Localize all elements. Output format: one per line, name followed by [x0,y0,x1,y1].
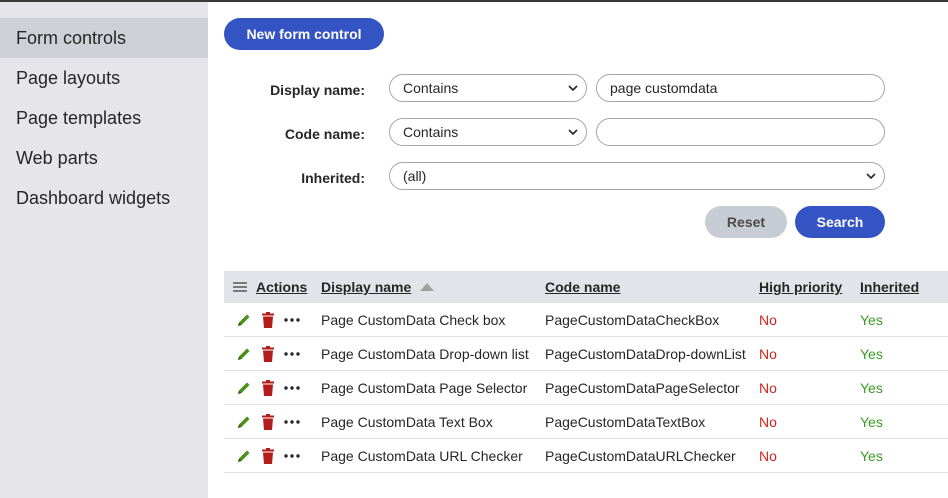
sort-ascending-icon [420,283,435,291]
main-content: New form control Display name: Contains … [208,2,948,498]
cell-high-priority: No [759,413,777,430]
form-controls-table: Actions Display name Code name High prio… [224,271,948,473]
column-header-inherited[interactable]: Inherited [860,271,919,303]
delete-icon[interactable] [258,378,278,398]
column-header-display-name-label: Display name [321,279,412,295]
more-icon[interactable] [282,310,302,330]
table-row: Page CustomData Drop-down list PageCusto… [224,337,948,371]
column-header-code-name-label: Code name [545,279,621,295]
cell-display-name: Page CustomData Text Box [321,413,493,430]
cell-high-priority: No [759,447,777,464]
more-icon[interactable] [282,446,302,466]
row-actions [234,439,302,472]
column-header-code-name[interactable]: Code name [545,271,620,303]
new-form-control-button[interactable]: New form control [224,18,384,50]
cell-high-priority: No [759,311,777,328]
row-actions [234,337,302,370]
cell-high-priority: No [759,345,777,362]
table-body: Page CustomData Check box PageCustomData… [224,303,948,473]
delete-icon[interactable] [258,344,278,364]
delete-icon[interactable] [258,310,278,330]
display-name-operator-value: Contains [403,80,459,96]
chevron-down-icon [568,75,578,101]
table-row: Page CustomData Check box PageCustomData… [224,303,948,337]
reset-button[interactable]: Reset [705,206,787,238]
chevron-down-icon [866,163,876,189]
column-header-inherited-label: Inherited [860,279,920,295]
sidebar-list: Form controls Page layouts Page template… [0,18,208,218]
sidebar: Form controls Page layouts Page template… [0,2,208,498]
code-name-operator-value: Contains [403,124,459,140]
column-header-high-priority[interactable]: High priority [759,271,842,303]
cell-inherited: Yes [860,413,883,430]
code-name-operator-select[interactable]: Contains [389,118,587,146]
row-actions [234,303,302,336]
column-header-high-priority-label: High priority [759,279,843,295]
edit-icon[interactable] [234,310,254,330]
column-header-actions[interactable]: Actions [256,271,307,303]
row-actions [234,405,302,438]
sidebar-item-form-controls[interactable]: Form controls [0,18,208,58]
cell-code-name: PageCustomDataCheckBox [545,311,720,328]
table-row: Page CustomData URL Checker PageCustomDa… [224,439,948,473]
cell-display-name: Page CustomData Check box [321,311,506,328]
row-actions [234,371,302,404]
display-name-input-value: page customdata [610,80,718,96]
code-name-label: Code name: [284,126,365,142]
cell-code-name: PageCustomDataDrop-downList [545,345,746,362]
more-icon[interactable] [282,344,302,364]
cell-inherited: Yes [860,379,883,396]
code-name-input[interactable] [596,118,885,146]
cell-display-name: Page CustomData URL Checker [321,447,523,464]
edit-icon[interactable] [234,344,254,364]
inherited-select[interactable]: (all) [389,162,885,190]
table-row: Page CustomData Text Box PageCustomDataT… [224,405,948,439]
display-name-input[interactable]: page customdata [596,74,885,102]
cell-inherited: Yes [860,345,883,362]
table-header: Actions Display name Code name High prio… [224,271,948,303]
edit-icon[interactable] [234,412,254,432]
delete-icon[interactable] [258,446,278,466]
inherited-label: Inherited: [301,170,365,186]
cell-code-name: PageCustomDataURLChecker [545,447,736,464]
sidebar-item-page-layouts[interactable]: Page layouts [0,58,208,98]
cell-code-name: PageCustomDataTextBox [545,413,706,430]
column-header-display-name[interactable]: Display name [321,271,435,303]
edit-icon[interactable] [234,378,254,398]
sidebar-item-web-parts[interactable]: Web parts [0,138,208,178]
table-row: Page CustomData Page Selector PageCustom… [224,371,948,405]
cell-display-name: Page CustomData Page Selector [321,379,528,396]
delete-icon[interactable] [258,412,278,432]
chevron-down-icon [568,119,578,145]
cell-code-name: PageCustomDataPageSelector [545,379,740,396]
more-icon[interactable] [282,412,302,432]
cell-display-name: Page CustomData Drop-down list [321,345,529,362]
column-header-actions-label: Actions [256,279,308,295]
hamburger-menu-icon[interactable] [233,271,247,303]
edit-icon[interactable] [234,446,254,466]
search-button[interactable]: Search [795,206,885,238]
display-name-operator-select[interactable]: Contains [389,74,587,102]
sidebar-item-dashboard-widgets[interactable]: Dashboard widgets [0,178,208,218]
sidebar-item-page-templates[interactable]: Page templates [0,98,208,138]
inherited-select-value: (all) [403,168,427,184]
cell-inherited: Yes [860,447,883,464]
cell-inherited: Yes [860,311,883,328]
display-name-label: Display name: [270,82,365,98]
cell-high-priority: No [759,379,777,396]
more-icon[interactable] [282,378,302,398]
